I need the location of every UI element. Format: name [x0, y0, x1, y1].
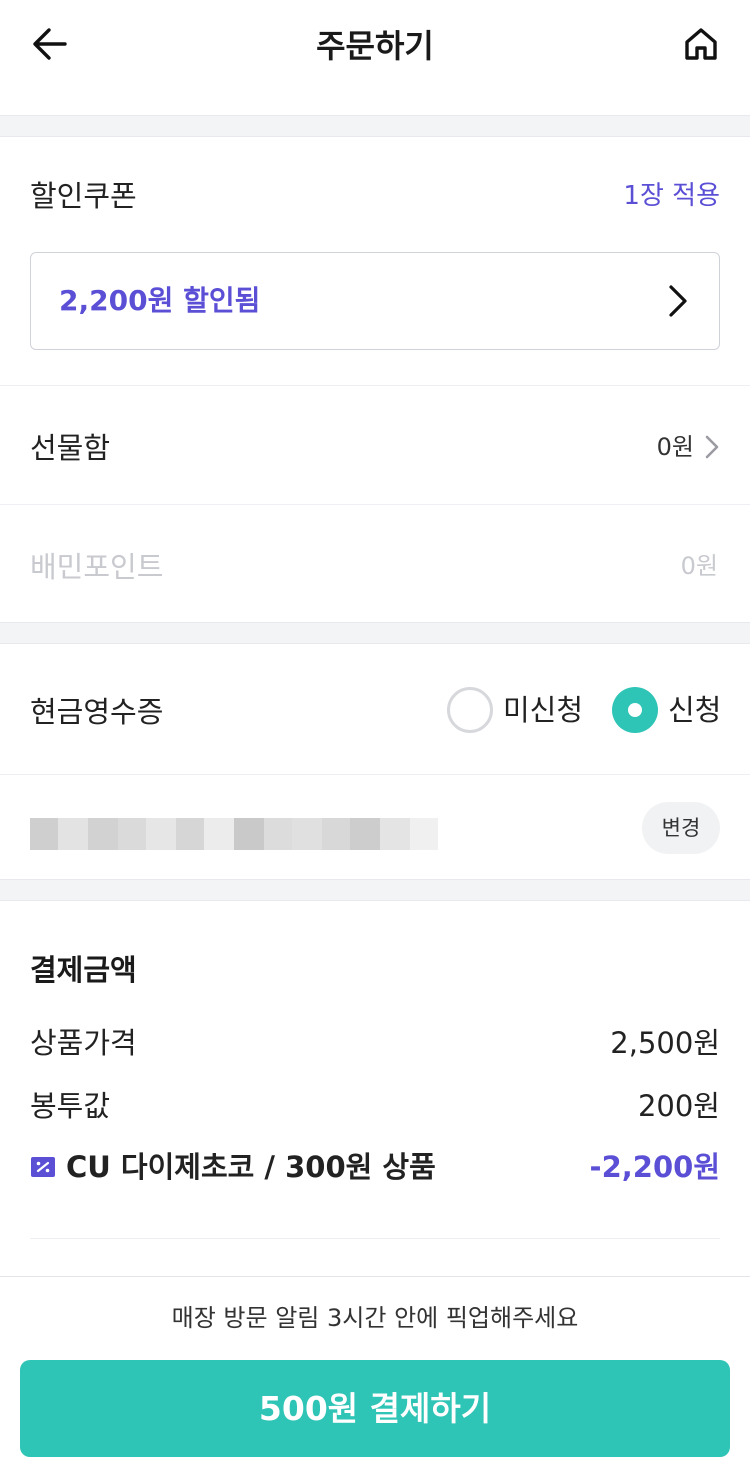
gift-box-label: 선물함	[30, 431, 111, 465]
section-gap	[0, 115, 750, 137]
pickup-notice: 매장 방문 알림 3시간 안에 픽업해주세요	[171, 1304, 579, 1332]
coupon-discount-text: 2,200원 할인됨	[59, 284, 261, 317]
home-button[interactable]	[678, 22, 724, 66]
gift-box-row-button[interactable]: 0원	[657, 429, 720, 465]
radio-requested[interactable]: 신청	[612, 687, 721, 733]
baemin-point-label: 배민포인트	[30, 550, 164, 584]
baemin-point-value: 0원	[680, 552, 718, 580]
line-item-label: 상품가격	[30, 1026, 137, 1060]
masked-receipt-number	[30, 818, 470, 850]
page-title: 주문하기	[316, 27, 434, 65]
coupon-icon	[31, 1157, 55, 1177]
radio-not-requested[interactable]: 미신청	[447, 687, 583, 733]
home-icon	[685, 28, 717, 60]
coupon-applied-count: 1장 적용	[623, 181, 720, 211]
radio-selected-icon	[612, 687, 658, 733]
radio-label: 신청	[668, 693, 722, 727]
divider	[30, 1238, 720, 1239]
app-header: 주문하기	[0, 0, 750, 115]
radio-label: 미신청	[503, 693, 584, 727]
cash-receipt-label: 현금영수증	[30, 695, 164, 729]
coupon-discount-value: -2,200원	[589, 1150, 720, 1184]
divider	[0, 385, 750, 386]
chevron-right-icon	[669, 285, 687, 317]
payment-title: 결제금액	[30, 953, 137, 987]
section-gap	[0, 622, 750, 644]
section-gap	[0, 879, 750, 901]
radio-unselected-icon	[447, 687, 493, 733]
divider	[0, 774, 750, 775]
coupon-select-box[interactable]: 2,200원 할인됨	[30, 252, 720, 350]
coupon-discount-line: CU 다이제초코 / 300원 상품	[30, 1147, 436, 1187]
gift-box-value: 0원	[656, 433, 694, 461]
change-receipt-button[interactable]: 변경	[642, 802, 720, 854]
chevron-right-icon	[705, 435, 719, 459]
pay-button[interactable]: 500원 결제하기	[20, 1360, 730, 1457]
line-item-value: 2,500원	[610, 1026, 720, 1060]
line-item-label: 봉투값	[30, 1089, 111, 1123]
line-item-value: 200원	[637, 1089, 720, 1123]
coupon-label: 할인쿠폰	[30, 179, 137, 213]
coupon-product-label: CU 다이제초코 / 300원 상품	[66, 1150, 436, 1184]
divider	[0, 504, 750, 505]
